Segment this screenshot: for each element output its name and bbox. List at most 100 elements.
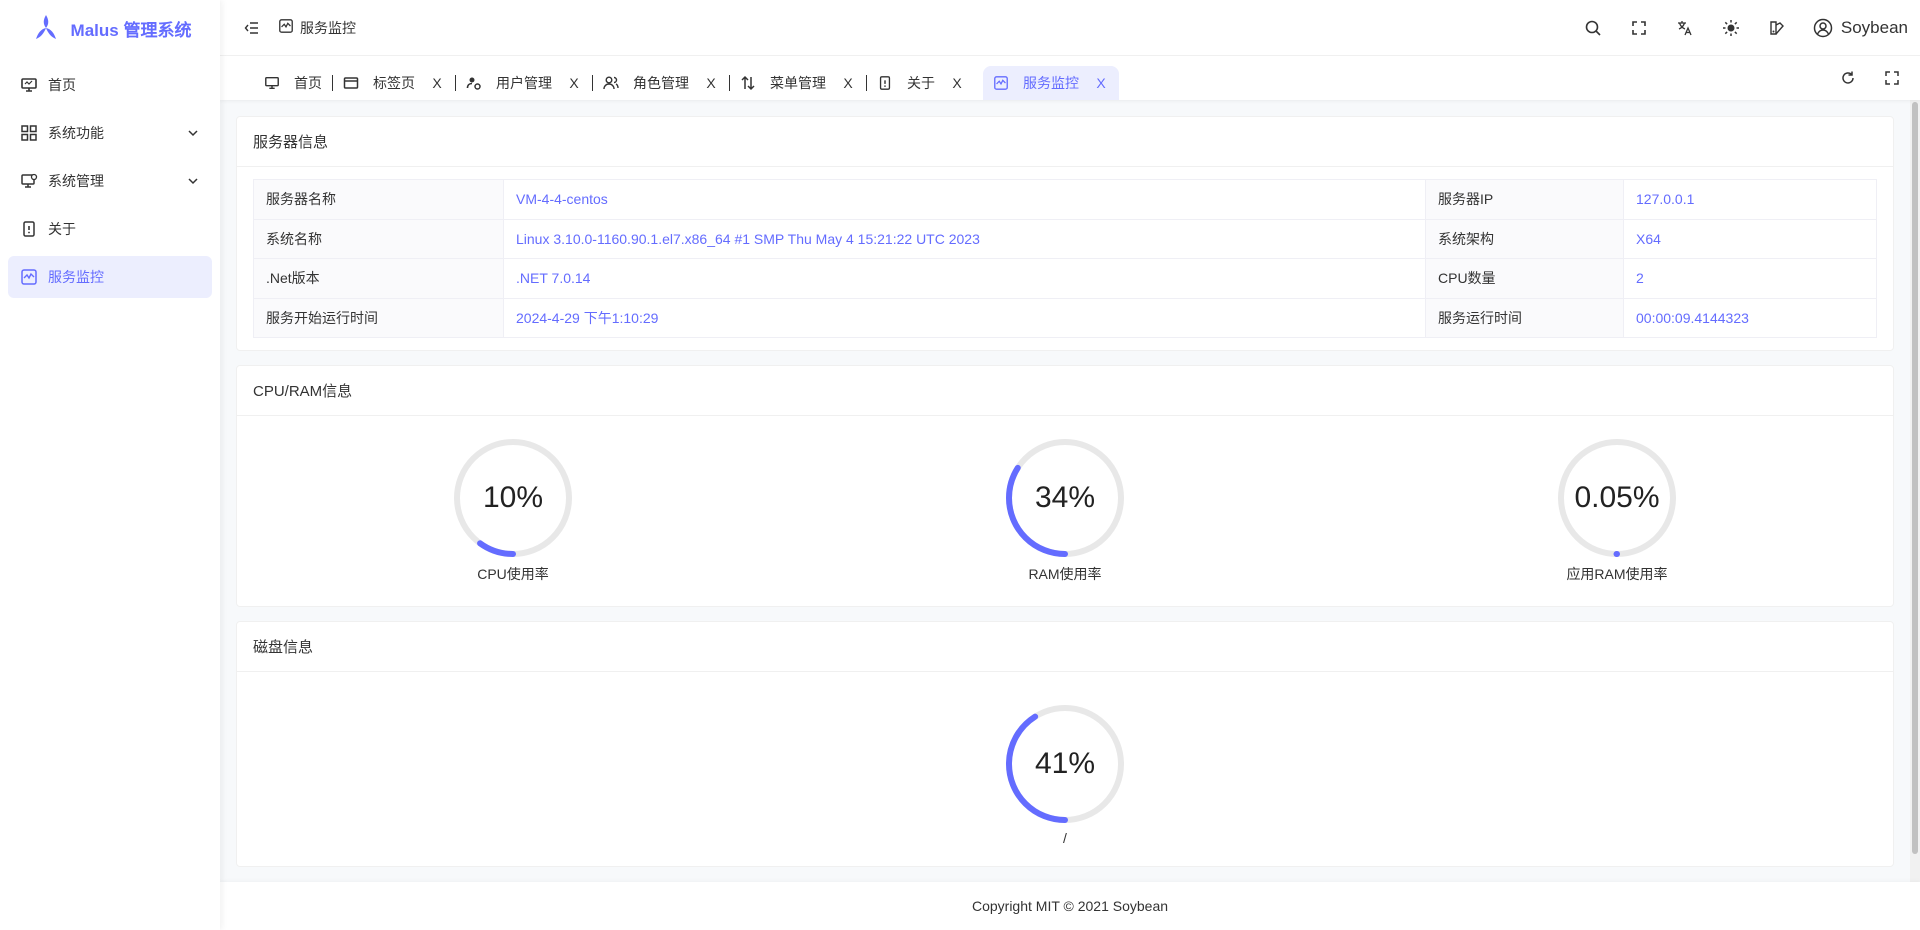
activity-icon (20, 268, 38, 286)
info-key: 服务器名称 (253, 179, 504, 220)
breadcrumb[interactable]: 服务监控 (278, 18, 356, 38)
menu-fold-icon (244, 21, 258, 34)
gauge-label: / (1063, 830, 1067, 846)
app-title: Malus 管理系统 (70, 20, 192, 40)
chevron-down-icon (186, 126, 200, 140)
sidebar-menu: 首页 系统功能 系统管理 关于 服务监控 (0, 56, 220, 312)
fullscreen-icon (1632, 20, 1646, 35)
search-button[interactable] (1577, 12, 1609, 44)
sidebar-item-system-management[interactable]: 系统管理 (8, 160, 212, 202)
info-value: 00:00:09.4144323 (1623, 297, 1877, 338)
tab-label: 首页 (294, 75, 322, 91)
info-icon (20, 220, 38, 238)
card-title: CPU/RAM信息 (237, 366, 1893, 416)
gauge-value: 10% (482, 481, 544, 514)
disk-info-card: 磁盘信息 41% / (236, 621, 1894, 867)
user-menu[interactable]: Soybean (1807, 18, 1908, 38)
scrollbar-thumb[interactable] (1912, 102, 1918, 854)
server-info-table: 服务器名称 VM-4-4-centos 服务器IP 127.0.0.1 系统名称… (253, 179, 1877, 338)
close-icon[interactable]: X (840, 75, 856, 91)
scrollbar[interactable] (1910, 100, 1920, 882)
close-icon[interactable]: X (703, 75, 719, 91)
sort-icon (740, 75, 756, 91)
server-info-card: 服务器信息 服务器名称 VM-4-4-centos 服务器IP 127.0.0.… (236, 116, 1894, 351)
gauge-label: CPU使用率 (477, 566, 549, 582)
sidebar-item-home[interactable]: 首页 (8, 64, 212, 106)
tab-user-management[interactable]: 用户管理 X (456, 66, 592, 100)
tab-menu-management[interactable]: 菜单管理 X (730, 66, 866, 100)
user-name: Soybean (1840, 17, 1908, 37)
gauge-row: 41% / (237, 672, 1893, 866)
info-key: 服务运行时间 (1425, 297, 1624, 338)
monitor-icon (20, 76, 38, 94)
info-value: Linux 3.10.0-1160.90.1.el7.x86_64 #1 SMP… (503, 218, 1426, 259)
close-icon[interactable]: X (1093, 75, 1109, 91)
monitor-icon (264, 75, 280, 91)
gauge-ram: 34% RAM使用率 (965, 436, 1165, 584)
gauge-row: 10% CPU使用率 34% RAM使用率 0.05% 应用RAM使用率 (237, 416, 1893, 606)
gauge-label: 应用RAM使用率 (1566, 566, 1668, 582)
language-button[interactable] (1669, 12, 1701, 44)
collapse-menu-button[interactable] (236, 12, 268, 44)
grid-icon (20, 124, 38, 142)
table-row: .Net版本 .NET 7.0.14 CPU数量 2 (253, 258, 1877, 299)
palette-icon (1770, 20, 1784, 35)
tab-label: 菜单管理 (770, 75, 826, 91)
tab-role-management[interactable]: 角色管理 X (593, 66, 729, 100)
info-value: VM-4-4-centos (503, 179, 1426, 220)
theme-toggle-button[interactable] (1715, 12, 1747, 44)
user-gear-icon (466, 75, 482, 91)
logo-icon (35, 15, 56, 39)
top-header: 服务监控 Soybean (220, 0, 1920, 56)
gauge-value: 0.05% (1574, 481, 1660, 514)
gauge-app-ram: 0.05% 应用RAM使用率 (1517, 436, 1717, 584)
sidebar-item-label: 服务监控 (48, 269, 104, 285)
copyright-text: Copyright MIT © 2021 Soybean (971, 898, 1169, 914)
users-icon (603, 75, 619, 91)
sidebar-item-system-functions[interactable]: 系统功能 (8, 112, 212, 154)
cpu-ram-card: CPU/RAM信息 10% CPU使用率 34% RAM使用率 0.05% 应用… (236, 365, 1894, 607)
chevron-down-icon (186, 174, 200, 188)
translate-icon (1677, 20, 1692, 35)
gauge-value: 34% (1034, 481, 1096, 514)
tab-label: 角色管理 (633, 75, 689, 91)
gauge-cpu: 10% CPU使用率 (413, 436, 613, 584)
theme-settings-button[interactable] (1761, 12, 1793, 44)
info-value: 2 (1623, 258, 1877, 299)
info-value: 127.0.0.1 (1623, 179, 1877, 220)
info-value: .NET 7.0.14 (503, 258, 1426, 299)
info-key: .Net版本 (253, 258, 504, 299)
close-icon[interactable]: X (566, 75, 582, 91)
window-icon (343, 75, 359, 91)
tab-label: 标签页 (373, 75, 415, 91)
header-actions: Soybean (1577, 12, 1908, 44)
monitor-settings-icon (20, 172, 38, 190)
info-icon (877, 75, 893, 91)
tab-home[interactable]: 首页 (254, 66, 332, 100)
activity-icon (278, 18, 294, 37)
app-logo[interactable]: Malus 管理系统 (0, 0, 220, 56)
reload-button[interactable] (1836, 66, 1860, 90)
info-key: 服务开始运行时间 (253, 297, 504, 338)
tab-service-monitor[interactable]: 服务监控 X (983, 66, 1119, 100)
sidebar-item-label: 首页 (48, 77, 76, 93)
gauge-label: RAM使用率 (1028, 566, 1102, 582)
tab-label: 关于 (907, 75, 935, 91)
info-key: 系统架构 (1425, 218, 1624, 259)
fullscreen-button[interactable] (1623, 12, 1655, 44)
tab-tags[interactable]: 标签页 X (333, 66, 455, 100)
content-fullscreen-button[interactable] (1880, 66, 1904, 90)
sidebar-item-about[interactable]: 关于 (8, 208, 212, 250)
tab-label: 用户管理 (496, 75, 552, 91)
fullscreen-icon (1885, 71, 1899, 85)
sidebar-item-service-monitor[interactable]: 服务监控 (8, 256, 212, 298)
close-icon[interactable]: X (429, 75, 445, 91)
close-icon[interactable]: X (949, 75, 965, 91)
card-title: 服务器信息 (237, 117, 1893, 167)
tab-tools (1836, 66, 1904, 90)
info-value: X64 (1623, 218, 1877, 259)
search-icon (1585, 20, 1601, 36)
main-content: 服务器信息 服务器名称 VM-4-4-centos 服务器IP 127.0.0.… (220, 100, 1910, 882)
tab-about[interactable]: 关于 X (867, 66, 975, 100)
info-value: 2024-4-29 下午1:10:29 (503, 297, 1426, 338)
